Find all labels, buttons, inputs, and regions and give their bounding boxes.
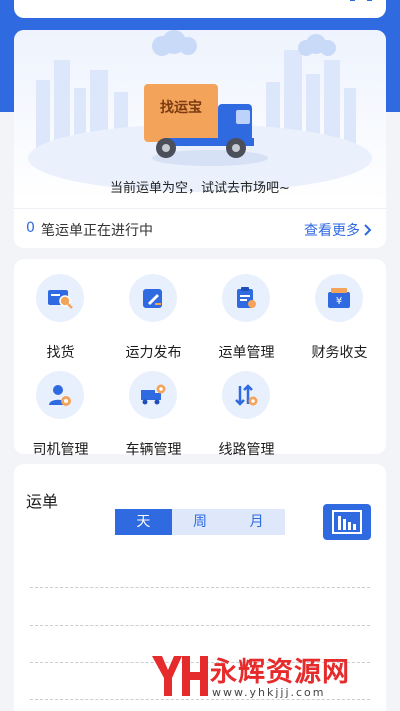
menu-item-driver-manage[interactable]: 司机管理 [14, 371, 107, 458]
menu-item-vehicle-manage[interactable]: 车辆管理 [107, 371, 200, 458]
active-waybill-row: 0 笔运单正在进行中 查看更多 [14, 208, 386, 248]
period-tabs: 天 周 月 [115, 509, 285, 535]
waybill-status-card: 找运宝 当前运单为空，试试去市场吧~ 0 笔运单正在进行中 查看更多 [14, 30, 386, 248]
menu-label: 司机管理 [32, 442, 89, 458]
watermark-name: 永辉资源网 [210, 657, 350, 688]
view-more-link[interactable]: 查看更多 [304, 220, 372, 240]
menu-label: 运单管理 [218, 345, 275, 361]
truck-brand-text: 找运宝 [160, 99, 202, 115]
finance-icon: ¥ [328, 288, 350, 308]
grid-line [30, 587, 370, 588]
bar-chart-icon [332, 510, 362, 534]
function-menu: 找货 运力发布 运单管理 ¥ 财务收支 司机管理 车辆管理 线路管理 [14, 259, 386, 458]
chart-toggle-button[interactable] [323, 504, 371, 540]
tab-week[interactable]: 周 [172, 509, 229, 535]
view-more-label: 查看更多 [304, 223, 360, 239]
find-cargo-icon [48, 290, 73, 309]
menu-item-find-cargo[interactable]: 找货 [14, 274, 107, 361]
grid-line [30, 625, 370, 626]
site-watermark: 永辉资源网 www.yhkjjj.com [148, 648, 378, 708]
menu-label: 运力发布 [125, 345, 182, 361]
tab-day[interactable]: 天 [115, 509, 172, 535]
empty-waybill-message: 当前运单为空，试试去市场吧~ [110, 181, 290, 196]
svg-text:¥: ¥ [336, 296, 342, 307]
watermark-url: www.yhkjjj.com [212, 686, 326, 699]
active-waybill-text: 笔运单正在进行中 [41, 223, 153, 239]
watermark-logo-icon [152, 656, 208, 696]
driver-manage-icon [49, 385, 71, 406]
active-waybill-count: 0 [26, 220, 35, 236]
menu-item-waybill-manage[interactable]: 运单管理 [200, 274, 293, 361]
menu-label: 车辆管理 [125, 442, 182, 458]
search-card[interactable] [14, 0, 386, 18]
capacity-publish-icon [143, 289, 162, 308]
chevron-right-icon [364, 224, 372, 236]
waybill-stats-title: 运单 [26, 492, 59, 511]
tab-month[interactable]: 月 [228, 509, 285, 535]
waybill-manage-icon [237, 287, 256, 308]
vehicle-manage-icon [141, 384, 166, 405]
menu-label: 线路管理 [218, 442, 275, 458]
menu-item-route-manage[interactable]: 线路管理 [200, 371, 293, 458]
menu-label: 财务收支 [311, 345, 368, 361]
menu-item-finance[interactable]: ¥ 财务收支 [293, 274, 386, 361]
menu-item-capacity-publish[interactable]: 运力发布 [107, 274, 200, 361]
scan-icon[interactable] [350, 0, 372, 2]
menu-label: 找货 [46, 345, 75, 361]
route-manage-icon [235, 384, 258, 406]
